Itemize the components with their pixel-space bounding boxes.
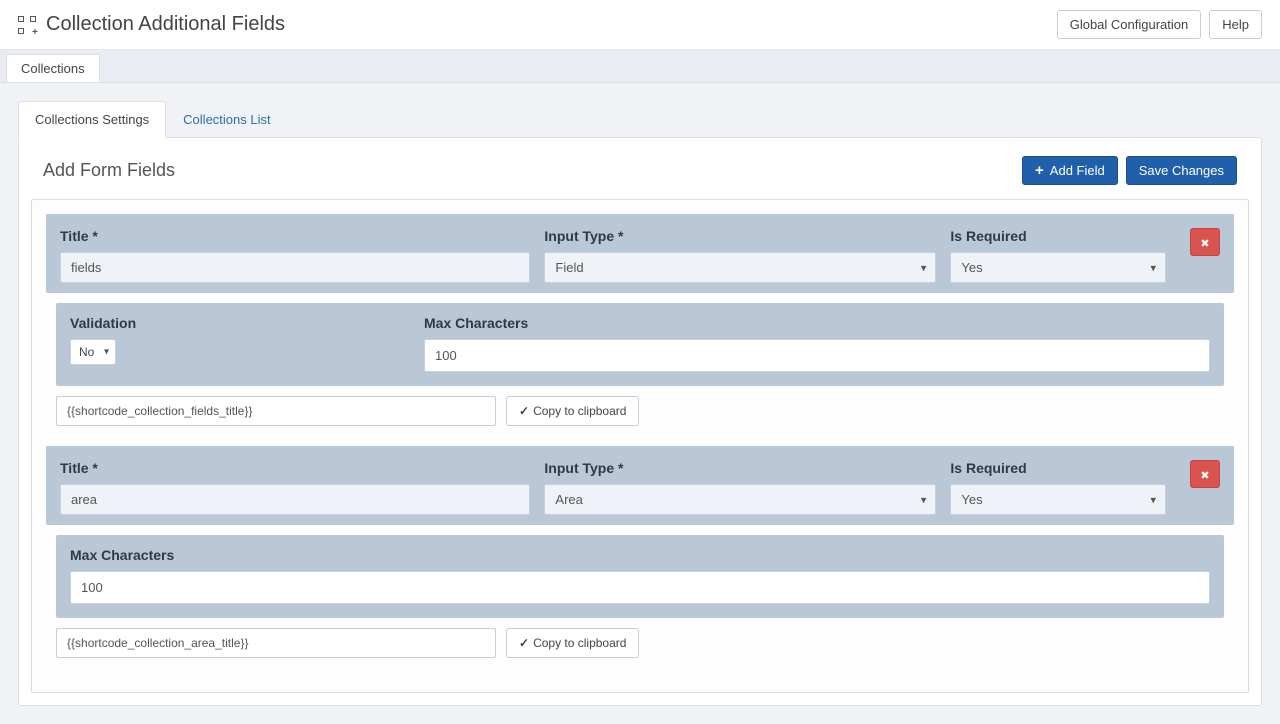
input-type-col: Input Type * Area [544, 460, 936, 515]
header-left: Collection Additional Fields [18, 13, 285, 36]
input-type-label: Input Type * [544, 460, 936, 476]
max-chars-label: Max Characters [70, 547, 1210, 563]
shortcode-input[interactable] [56, 396, 496, 426]
panel-header: Add Form Fields + Add Field Save Changes [19, 138, 1261, 199]
title-col: Title * [60, 228, 530, 283]
title-input[interactable] [60, 252, 530, 283]
is-required-label: Is Required [950, 460, 1166, 476]
close-icon [1200, 467, 1209, 482]
max-chars-label: Max Characters [424, 315, 1210, 331]
copy-to-clipboard-button[interactable]: Copy to clipboard [506, 628, 639, 658]
shortcode-row: Copy to clipboard [56, 396, 1224, 436]
field-head-row: Title * Input Type * Field Is Required [46, 214, 1234, 293]
validation-select[interactable]: No [70, 339, 116, 365]
delete-col [1180, 460, 1220, 488]
sub-block: Validation No Max Characters [56, 303, 1224, 386]
input-type-col: Input Type * Field [544, 228, 936, 283]
copy-label: Copy to clipboard [533, 404, 626, 418]
sub-row: Max Characters [70, 547, 1210, 604]
sub-row: Validation No Max Characters [70, 315, 1210, 372]
max-chars-input[interactable] [70, 571, 1210, 604]
validation-select-wrap: No [70, 339, 116, 365]
input-type-select[interactable]: Field [544, 252, 936, 283]
is-required-select[interactable]: Yes [950, 484, 1166, 515]
check-icon [519, 636, 529, 650]
delete-field-button[interactable] [1190, 460, 1220, 488]
field-block: Title * Input Type * Area Is Required [46, 446, 1234, 525]
page-header: Collection Additional Fields Global Conf… [0, 0, 1280, 50]
title-col: Title * [60, 460, 530, 515]
form-area: Title * Input Type * Field Is Required [31, 199, 1249, 693]
save-changes-button[interactable]: Save Changes [1126, 156, 1237, 185]
is-required-select-wrap: Yes [950, 252, 1166, 283]
help-button[interactable]: Help [1209, 10, 1262, 39]
panel-actions: + Add Field Save Changes [1022, 156, 1237, 185]
add-field-button[interactable]: + Add Field [1022, 156, 1118, 185]
panel-title: Add Form Fields [43, 160, 175, 181]
shortcode-row: Copy to clipboard [56, 628, 1224, 668]
page-body: Collections Settings Collections List Ad… [0, 83, 1280, 724]
is-required-col: Is Required Yes [950, 228, 1166, 283]
close-icon [1200, 235, 1209, 250]
delete-field-button[interactable] [1190, 228, 1220, 256]
title-input[interactable] [60, 484, 530, 515]
delete-col [1180, 228, 1220, 256]
is-required-label: Is Required [950, 228, 1166, 244]
title-label: Title * [60, 228, 530, 244]
input-type-label: Input Type * [544, 228, 936, 244]
max-chars-col: Max Characters [70, 547, 1210, 604]
tab-collections[interactable]: Collections [6, 54, 100, 82]
subtab-collections-settings[interactable]: Collections Settings [18, 101, 166, 138]
copy-to-clipboard-button[interactable]: Copy to clipboard [506, 396, 639, 426]
is-required-select-wrap: Yes [950, 484, 1166, 515]
input-type-select[interactable]: Area [544, 484, 936, 515]
plus-icon: + [1035, 163, 1044, 178]
validation-col: Validation No [70, 315, 400, 372]
header-actions: Global Configuration Help [1057, 10, 1262, 39]
global-configuration-button[interactable]: Global Configuration [1057, 10, 1202, 39]
subtab-collections-list[interactable]: Collections List [166, 101, 287, 138]
input-type-select-wrap: Field [544, 252, 936, 283]
page-title: Collection Additional Fields [46, 13, 285, 36]
add-field-label: Add Field [1050, 163, 1105, 178]
sub-tab-bar: Collections Settings Collections List [18, 101, 1262, 138]
is-required-select[interactable]: Yes [950, 252, 1166, 283]
field-head-row: Title * Input Type * Area Is Required [46, 446, 1234, 525]
shortcode-input[interactable] [56, 628, 496, 658]
field-block: Title * Input Type * Field Is Required [46, 214, 1234, 293]
title-label: Title * [60, 460, 530, 476]
input-type-select-wrap: Area [544, 484, 936, 515]
copy-label: Copy to clipboard [533, 636, 626, 650]
check-icon [519, 404, 529, 418]
max-chars-input[interactable] [424, 339, 1210, 372]
max-chars-col: Max Characters [424, 315, 1210, 372]
validation-label: Validation [70, 315, 400, 331]
primary-tab-bar: Collections [0, 50, 1280, 83]
main-panel: Add Form Fields + Add Field Save Changes… [18, 137, 1262, 706]
app-icon [18, 16, 36, 34]
sub-block: Max Characters [56, 535, 1224, 618]
is-required-col: Is Required Yes [950, 460, 1166, 515]
